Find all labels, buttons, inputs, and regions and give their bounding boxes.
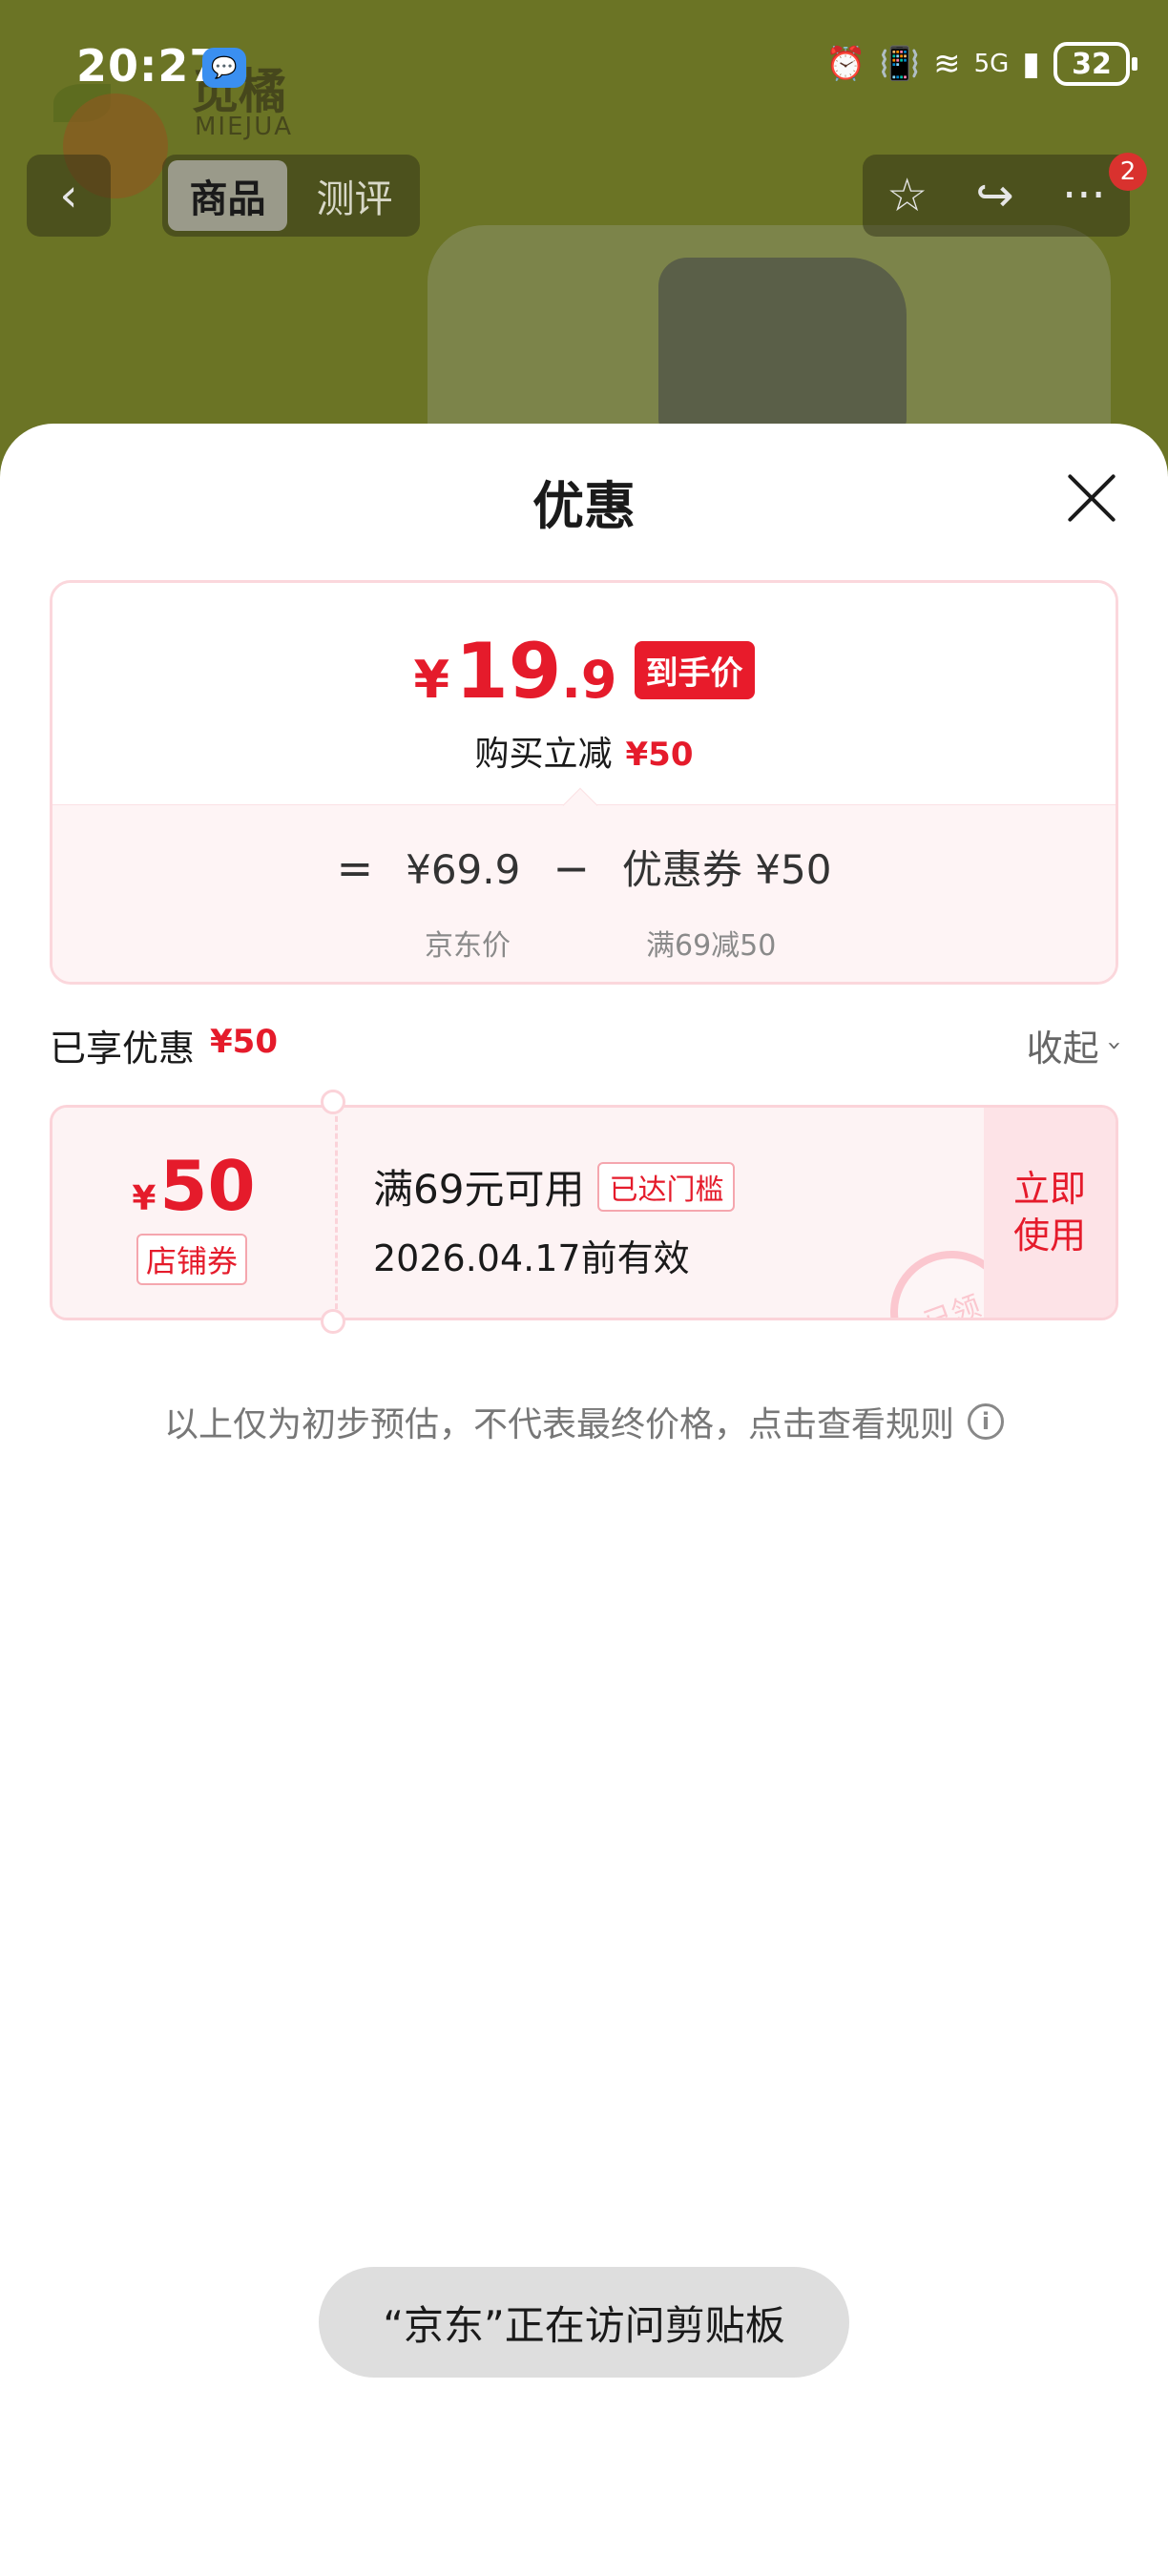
final-price-currency: ¥ bbox=[413, 650, 450, 710]
price-formula: = ¥69.9 − 优惠券 ¥50 bbox=[52, 838, 1116, 896]
info-icon[interactable]: i bbox=[968, 1403, 1004, 1440]
formula-equals: = bbox=[336, 842, 374, 894]
notification-badge: 2 bbox=[1109, 153, 1147, 191]
reduction-label: 购买立减 bbox=[474, 735, 613, 774]
battery-indicator: 32 bbox=[1053, 42, 1137, 86]
formula-minus: − bbox=[553, 842, 590, 894]
wifi-icon: ≋ bbox=[933, 45, 961, 83]
coupon-currency: ¥ bbox=[132, 1179, 156, 1218]
formula-base-price: ¥69.9 bbox=[406, 846, 521, 893]
tab-product[interactable]: 商品 bbox=[168, 160, 287, 231]
use-now-button[interactable]: 立即 使用 bbox=[984, 1108, 1116, 1318]
message-notification-icon: 💬 bbox=[202, 48, 246, 88]
signal-icon: ▮ bbox=[1022, 45, 1040, 83]
coupon-condition: 满69元可用 bbox=[373, 1166, 585, 1213]
coupon-condition-row: 满69元可用 已达门槛 bbox=[373, 1157, 736, 1215]
reduction-row: 购买立减 ¥50 bbox=[52, 726, 1116, 776]
share-icon[interactable]: ↪ bbox=[976, 169, 1014, 222]
final-price: ¥ 19 .9 到手价 bbox=[52, 627, 1116, 716]
coupon-type-badge: 店铺券 bbox=[136, 1234, 248, 1285]
enjoyed-discount-row: 已享优惠 ¥50 收起 ‹ bbox=[50, 1019, 1128, 1072]
favorite-star-icon[interactable]: ☆ bbox=[886, 169, 928, 222]
coupon-value-section: ¥50 店铺券 bbox=[52, 1108, 335, 1318]
final-price-tag: 到手价 bbox=[634, 641, 755, 699]
network-type: 5G bbox=[973, 50, 1010, 78]
final-price-integer: 19 bbox=[455, 627, 562, 716]
status-time: 20:27 bbox=[76, 40, 221, 92]
sheet-title: 优惠 bbox=[532, 476, 636, 536]
use-now-line1: 立即 bbox=[1012, 1167, 1086, 1210]
vibrate-icon: 📳 bbox=[879, 45, 921, 83]
enjoyed-amount: ¥50 bbox=[210, 1023, 278, 1061]
product-image-shape bbox=[658, 258, 907, 429]
price-summary-card: ¥ 19 .9 到手价 购买立减 ¥50 = ¥69.9 − 优惠券 ¥50 京东… bbox=[50, 580, 1118, 985]
coupon-notch-top bbox=[321, 1090, 345, 1114]
enjoyed-label: 已享优惠 bbox=[50, 1028, 196, 1070]
clipboard-toast: “京东”正在访问剪贴板 bbox=[319, 2267, 849, 2378]
discount-sheet: 优惠 ¥ 19 .9 到手价 购买立减 ¥50 = ¥69.9 − 优惠券 ¥50… bbox=[0, 424, 1168, 2576]
more-icon[interactable]: ··· bbox=[1062, 169, 1106, 222]
formula-coupon: 优惠券 ¥50 bbox=[621, 846, 832, 893]
top-actions: ☆ ↪ ··· bbox=[863, 155, 1130, 237]
chevron-left-icon: ‹ bbox=[59, 169, 78, 222]
status-bar: 20:27 💬 ⏰ 📳 ≋ 5G ▮ 32 bbox=[0, 0, 1168, 134]
collapse-label: 收起 bbox=[1026, 1028, 1099, 1070]
close-icon[interactable] bbox=[1065, 471, 1118, 525]
status-icons: ⏰ 📳 ≋ 5G ▮ 32 bbox=[825, 42, 1137, 86]
coupon-validity: 2026.04.17前有效 bbox=[373, 1237, 690, 1279]
reduction-amount: ¥50 bbox=[625, 736, 694, 774]
estimate-note[interactable]: 以上仅为初步预估，不代表最终价格，点击查看规则 i bbox=[0, 1397, 1168, 1446]
coupon-amount: ¥50 bbox=[52, 1146, 335, 1226]
tab-review[interactable]: 测评 bbox=[295, 160, 414, 231]
coupon-rule-label: 满69减50 bbox=[646, 929, 777, 963]
final-price-decimal: .9 bbox=[561, 650, 617, 710]
use-now-line2: 使用 bbox=[1012, 1215, 1086, 1257]
threshold-reached-tag: 已达门槛 bbox=[597, 1161, 736, 1212]
chevron-up-icon: ‹ bbox=[1098, 1040, 1128, 1050]
coupon-card: ¥50 店铺券 满69元可用 已达门槛 2026.04.17前有效 已领 立即 … bbox=[50, 1105, 1118, 1320]
coupon-divider bbox=[335, 1108, 338, 1318]
estimate-note-text: 以上仅为初步预估，不代表最终价格，点击查看规则 bbox=[163, 1405, 954, 1444]
alarm-icon: ⏰ bbox=[825, 45, 866, 83]
base-price-label: 京东价 bbox=[425, 929, 511, 963]
back-button[interactable]: ‹ bbox=[27, 155, 111, 237]
coupon-value: 50 bbox=[159, 1146, 256, 1226]
collapse-button[interactable]: 收起 ‹ bbox=[1026, 1019, 1128, 1071]
product-tabs: 商品 测评 bbox=[162, 155, 420, 237]
final-price-section: ¥ 19 .9 到手价 购买立减 ¥50 bbox=[52, 583, 1116, 804]
coupon-details: 满69元可用 已达门槛 2026.04.17前有效 bbox=[373, 1157, 736, 1281]
price-formula-section: = ¥69.9 − 优惠券 ¥50 京东价 满69减50 bbox=[52, 804, 1116, 982]
coupon-notch-bottom bbox=[321, 1309, 345, 1334]
background-page: 觅橘 MIEJUA 20:27 💬 ⏰ 📳 ≋ 5G ▮ 32 ‹ 商品 测评 … bbox=[0, 0, 1168, 496]
